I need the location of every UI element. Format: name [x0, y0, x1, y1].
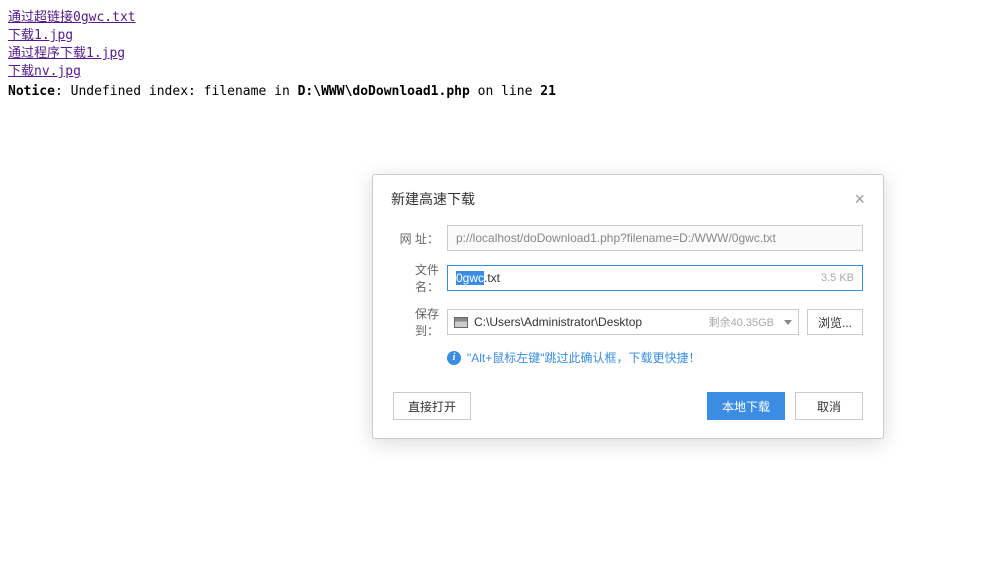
saveto-row: 保存到： C:\Users\Administrator\Desktop 剩余40…: [393, 305, 863, 339]
close-icon[interactable]: ×: [854, 190, 865, 208]
space-left: 剩余40.35GB: [709, 314, 774, 330]
link-1[interactable]: 下载1.jpg: [8, 27, 73, 44]
chevron-down-icon: [784, 320, 792, 325]
notice-prefix: Notice: [8, 84, 55, 99]
link-3[interactable]: 下载nv.jpg: [8, 63, 81, 80]
url-label: 网 址：: [393, 230, 439, 247]
filename-label: 文件名：: [393, 261, 439, 295]
notice-line-num: 21: [540, 84, 556, 99]
dialog-footer: 直接打开 本地下载 取消: [373, 376, 883, 438]
dialog-header: 新建高速下载 ×: [373, 175, 883, 219]
cancel-button[interactable]: 取消: [795, 392, 863, 420]
url-input[interactable]: p://localhost/doDownload1.php?filename=D…: [447, 225, 863, 251]
disk-icon: [454, 317, 468, 328]
link-0[interactable]: 通过超链接0gwc.txt: [8, 9, 136, 26]
file-size: 3.5 KB: [821, 272, 854, 284]
saveto-dropdown[interactable]: C:\Users\Administrator\Desktop 剩余40.35GB: [447, 309, 799, 335]
dialog-body: 网 址： p://localhost/doDownload1.php?filen…: [373, 219, 883, 376]
php-notice: Notice: Undefined index: filename in D:\…: [0, 80, 991, 103]
browse-button[interactable]: 浏览...: [807, 309, 863, 335]
download-dialog: 新建高速下载 × 网 址： p://localhost/doDownload1.…: [372, 174, 884, 439]
filename-text: 0gwc.txt: [456, 271, 500, 285]
saveto-path: C:\Users\Administrator\Desktop: [454, 315, 642, 329]
info-icon: i: [447, 351, 461, 365]
dialog-title: 新建高速下载: [391, 189, 475, 209]
saveto-label: 保存到：: [393, 305, 439, 339]
download-local-button[interactable]: 本地下载: [707, 392, 785, 420]
notice-path: D:\WWW\doDownload1.php: [298, 84, 470, 99]
open-direct-button[interactable]: 直接打开: [393, 392, 471, 420]
hint-text: "Alt+鼠标左键"跳过此确认框，下载更快捷！: [467, 349, 701, 366]
page-links: 通过超链接0gwc.txt 下载1.jpg 通过程序下载1.jpg 下载nv.j…: [0, 0, 991, 80]
url-row: 网 址： p://localhost/doDownload1.php?filen…: [393, 225, 863, 251]
filename-input[interactable]: 0gwc.txt 3.5 KB: [447, 265, 863, 291]
hint-row: i "Alt+鼠标左键"跳过此确认框，下载更快捷！: [447, 349, 863, 366]
link-2[interactable]: 通过程序下载1.jpg: [8, 45, 125, 62]
filename-row: 文件名： 0gwc.txt 3.5 KB: [393, 261, 863, 295]
